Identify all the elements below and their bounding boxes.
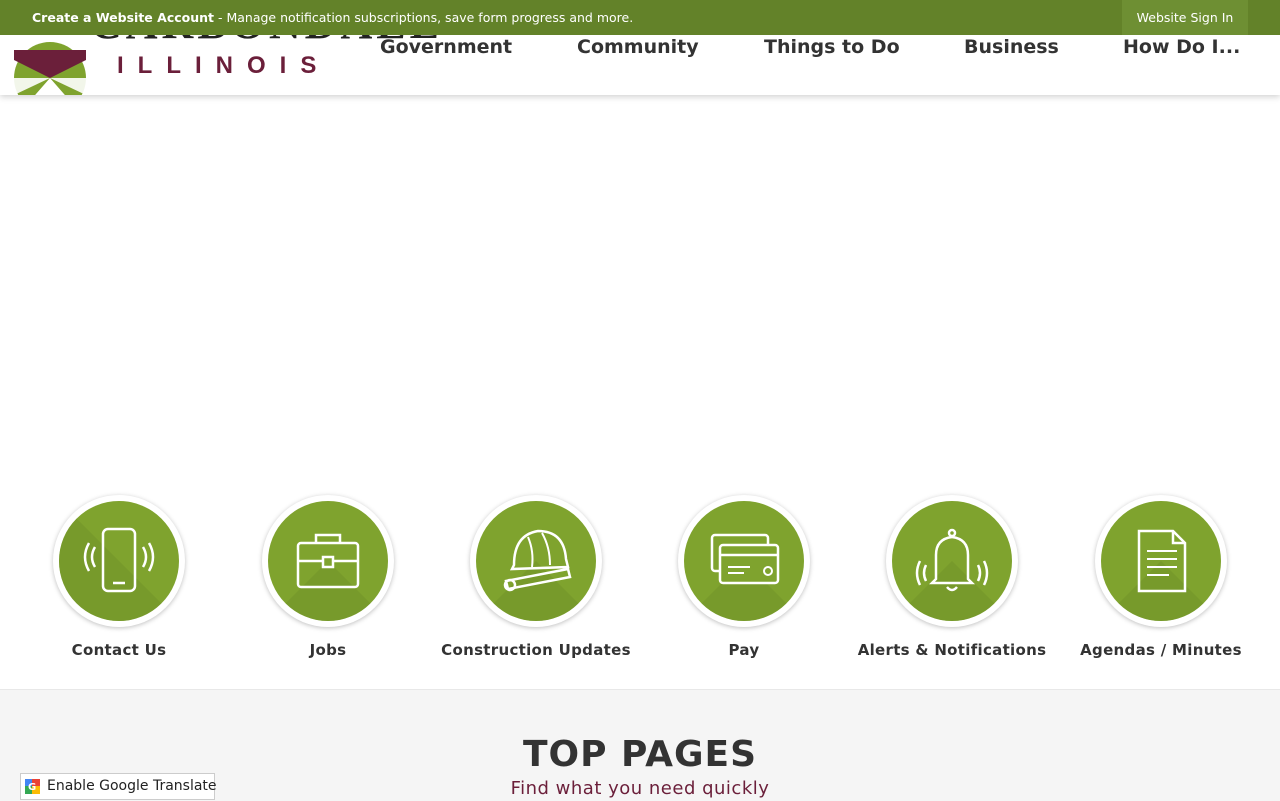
quick-link-construction-updates[interactable]: Construction Updates bbox=[432, 495, 640, 675]
briefcase-icon bbox=[268, 533, 388, 621]
quick-link-circle bbox=[262, 495, 394, 627]
quick-link-label: Construction Updates bbox=[441, 641, 631, 659]
quick-link-label: Pay bbox=[728, 641, 760, 659]
top-pages-title: TOP PAGES bbox=[522, 734, 758, 775]
site-header: CARBONDALE ILLINOIS Government Community… bbox=[0, 35, 1280, 95]
google-translate-icon: G bbox=[25, 779, 40, 794]
quick-link-pay[interactable]: Pay bbox=[640, 495, 848, 675]
phone-icon bbox=[59, 501, 179, 621]
quick-link-alerts-notifications[interactable]: Alerts & Notifications bbox=[848, 495, 1056, 675]
site-logo[interactable]: CARBONDALE ILLINOIS bbox=[12, 35, 439, 95]
nav-how-do-i-label: How Do I... bbox=[1123, 36, 1241, 58]
quick-link-contact-us[interactable]: Contact Us bbox=[15, 495, 223, 675]
nav-business-label: Business bbox=[964, 36, 1059, 58]
logo-subtitle: ILLINOIS bbox=[117, 52, 331, 79]
google-translate-button[interactable]: G Enable Google Translate bbox=[20, 773, 217, 800]
quick-link-jobs[interactable]: Jobs bbox=[224, 495, 432, 675]
quick-link-circle bbox=[470, 495, 602, 627]
svg-text:G: G bbox=[28, 782, 36, 793]
nav-things-to-do-label: Things to Do bbox=[764, 36, 900, 58]
nav-community-label: Community bbox=[577, 36, 699, 58]
website-sign-in-button[interactable]: Website Sign In bbox=[1122, 0, 1248, 35]
account-description: - Manage notification subscriptions, sav… bbox=[214, 10, 634, 25]
quick-link-circle bbox=[1095, 495, 1227, 627]
credit-card-icon bbox=[684, 533, 804, 621]
hard-hat-icon bbox=[476, 529, 596, 621]
quick-link-circle bbox=[678, 495, 810, 627]
quick-link-agendas-minutes[interactable]: Agendas / Minutes bbox=[1057, 495, 1265, 675]
quick-link-circle bbox=[53, 495, 185, 627]
quick-link-label: Alerts & Notifications bbox=[857, 641, 1047, 659]
document-icon bbox=[1101, 529, 1221, 621]
nav-government-label: Government bbox=[380, 36, 513, 58]
account-message: Create a Website Account - Manage notifi… bbox=[32, 0, 633, 35]
quick-link-label: Contact Us bbox=[71, 641, 167, 659]
quick-link-label: Jobs bbox=[309, 641, 347, 659]
quick-link-circle bbox=[886, 495, 1018, 627]
google-translate-label: Enable Google Translate bbox=[47, 778, 217, 794]
bell-icon bbox=[892, 528, 1012, 621]
quick-link-label: Agendas / Minutes bbox=[1080, 641, 1242, 659]
account-bar: Create a Website Account - Manage notifi… bbox=[0, 0, 1280, 35]
create-account-link[interactable]: Create a Website Account bbox=[32, 10, 214, 25]
logo-mark-icon bbox=[14, 42, 86, 95]
